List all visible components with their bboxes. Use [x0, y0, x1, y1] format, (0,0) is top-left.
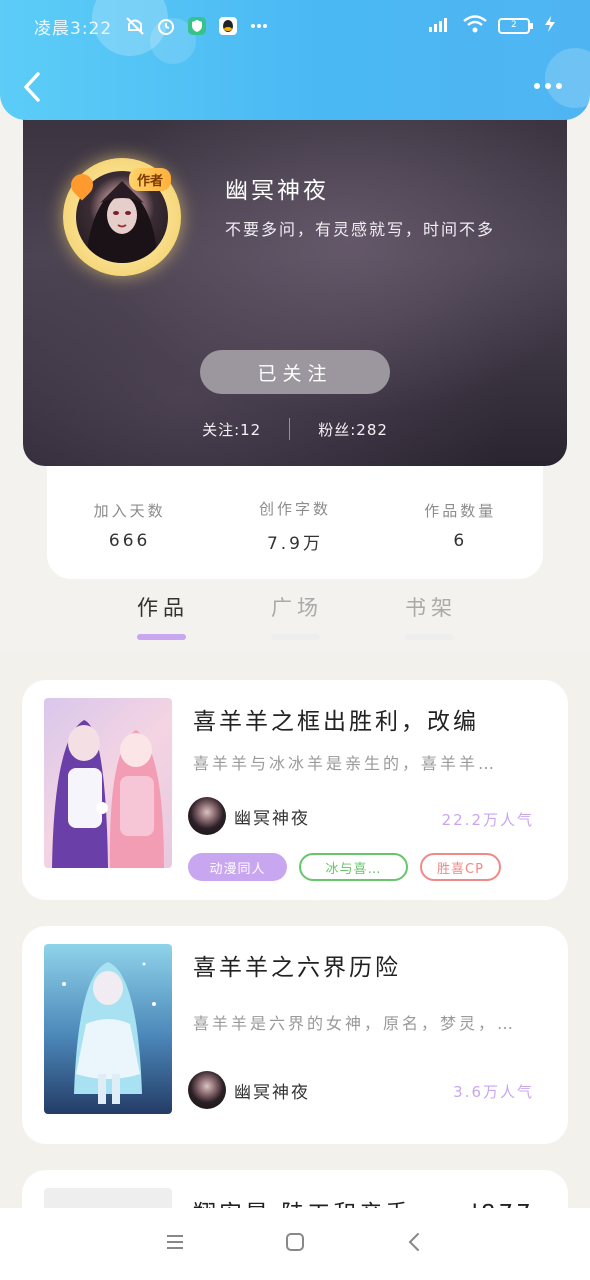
more-dot: [534, 83, 540, 89]
stat-label: 作品数量: [424, 502, 497, 520]
book-cover[interactable]: [44, 944, 172, 1114]
menu-icon[interactable]: [164, 1231, 186, 1257]
charging-icon: [544, 15, 556, 37]
work-card[interactable]: 喜羊羊之框出胜利，改编 喜羊羊与冰冰羊是亲生的，喜羊羊… 幽冥神夜 22.2万人…: [22, 680, 568, 900]
shield-app-icon: [186, 15, 208, 37]
status-bar: 凌晨3:22 2: [0, 0, 590, 52]
work-title[interactable]: 喜羊羊之框出胜利，改编: [193, 702, 479, 736]
stat-join-days: 加入天数 666: [65, 500, 195, 551]
author-badge: 作者: [129, 168, 172, 191]
avatar: [188, 1071, 226, 1109]
book-cover[interactable]: [44, 698, 172, 868]
tab-square[interactable]: 广场: [271, 592, 323, 622]
popularity-count: 3.6万人气: [453, 1083, 534, 1101]
stat-value: 7.9万: [266, 533, 323, 554]
chevron-left-icon: [24, 72, 40, 102]
stat-label: 创作字数: [258, 499, 331, 518]
tag[interactable]: 动漫同人: [188, 853, 287, 881]
back-triangle-icon[interactable]: [404, 1231, 426, 1257]
qq-icon: [217, 15, 239, 37]
tab-bookshelf[interactable]: 书架: [405, 592, 457, 622]
stat-work-count: 作品数量 6: [395, 500, 525, 551]
more-dot: [545, 83, 551, 89]
follow-button[interactable]: 已关注: [200, 350, 390, 394]
stat-value: 6: [453, 531, 468, 551]
tag[interactable]: 胜喜CP: [420, 853, 501, 881]
work-author[interactable]: 幽冥神夜: [188, 797, 310, 835]
work-card[interactable]: 喜羊羊之六界历险 喜羊羊是六界的女神，原名，梦灵，… 幽冥神夜 3.6万人气: [22, 926, 568, 1144]
tab-indicator: [271, 634, 320, 640]
followers-count[interactable]: 粉丝:282: [318, 419, 388, 440]
system-nav-bar: [0, 1208, 590, 1280]
work-description: 喜羊羊与冰冰羊是亲生的，喜羊羊…: [193, 754, 498, 773]
mute-icon: [124, 15, 146, 37]
author-name: 幽冥神夜: [234, 1082, 310, 1103]
more-dot: [556, 83, 562, 89]
profile-bio: 不要多问，有灵感就写，时间不多: [225, 220, 496, 239]
wifi-icon: [462, 14, 488, 38]
cover-art: [62, 962, 156, 1104]
signal-icon: [428, 15, 452, 37]
alarm-icon: [155, 15, 177, 37]
status-time: 凌晨3:22: [34, 18, 113, 39]
follow-stats: 关注:12 粉丝:282: [23, 418, 567, 440]
following-count[interactable]: 关注:12: [202, 419, 261, 440]
avatar: [188, 797, 226, 835]
home-square-icon[interactable]: [284, 1231, 306, 1257]
cover-art: [52, 720, 164, 868]
popularity-count: 22.2万人气: [441, 811, 534, 829]
tag[interactable]: 冰与喜…: [299, 853, 408, 881]
tab-indicator: [405, 634, 454, 640]
author-stats-card: 加入天数 666 创作字数 7.9万 作品数量 6: [47, 466, 543, 579]
back-button[interactable]: [20, 70, 46, 104]
profile-card: 作者 幽冥神夜 不要多问，有灵感就写，时间不多 已关注 关注:12 粉丝:282: [23, 116, 567, 466]
stat-value: 666: [108, 531, 151, 551]
tag-list: 动漫同人 冰与喜… 胜喜CP: [188, 853, 501, 881]
battery-level: 2: [511, 20, 517, 30]
work-title[interactable]: 喜羊羊之六界历险: [193, 948, 401, 982]
stat-label: 加入天数: [93, 502, 166, 520]
stat-word-count: 创作字数 7.9万: [230, 498, 360, 554]
tab-works[interactable]: 作品: [137, 592, 189, 622]
author-name: 幽冥神夜: [234, 808, 310, 829]
more-dots-icon: [248, 15, 270, 37]
more-button[interactable]: [534, 76, 566, 96]
divider: [289, 418, 291, 440]
tab-active-indicator: [137, 634, 186, 640]
work-description: 喜羊羊是六界的女神，原名，梦灵，…: [193, 1014, 517, 1033]
content-tabs: 作品 广场 书架: [0, 592, 590, 650]
battery-icon: 2: [498, 17, 534, 35]
profile-name: 幽冥神夜: [225, 178, 329, 204]
work-author[interactable]: 幽冥神夜: [188, 1071, 310, 1109]
works-list: 喜羊羊之框出胜利，改编 喜羊羊与冰冰羊是亲生的，喜羊羊… 幽冥神夜 22.2万人…: [0, 652, 590, 1250]
